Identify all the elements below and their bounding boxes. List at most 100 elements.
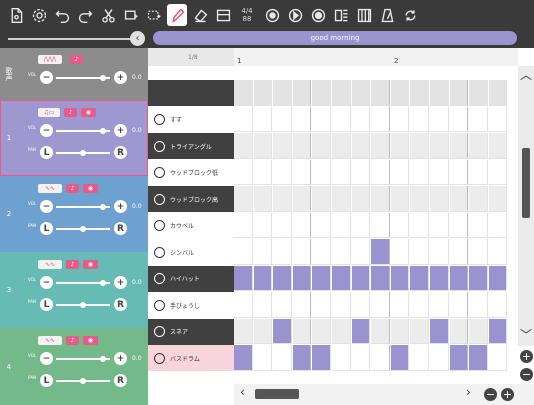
volume-minus-button[interactable]: − bbox=[40, 200, 53, 213]
grid-cell[interactable] bbox=[292, 318, 312, 344]
grid-cell[interactable] bbox=[351, 186, 371, 212]
instrument-row[interactable]: シンバル bbox=[148, 239, 234, 265]
grid-cell[interactable] bbox=[234, 292, 253, 318]
grid-cell[interactable] bbox=[430, 133, 449, 159]
scroll-right-icon[interactable]: › bbox=[466, 385, 471, 399]
grid-cell[interactable] bbox=[449, 80, 469, 106]
volume-knob[interactable] bbox=[100, 75, 106, 81]
volume-minus-button[interactable]: − bbox=[40, 276, 53, 289]
zoom-in-vertical-button[interactable]: + bbox=[520, 350, 533, 363]
grid-cell[interactable] bbox=[469, 106, 488, 132]
file-icon[interactable] bbox=[6, 4, 26, 26]
song-title[interactable]: good morning bbox=[153, 31, 517, 45]
grid-cell[interactable] bbox=[469, 212, 488, 238]
grid-cell[interactable] bbox=[488, 292, 508, 318]
grid-cell[interactable] bbox=[390, 345, 410, 371]
undo-icon[interactable] bbox=[52, 4, 72, 26]
volume-knob[interactable] bbox=[100, 128, 106, 134]
grid-cell[interactable] bbox=[292, 345, 312, 371]
grid-cell[interactable] bbox=[449, 186, 469, 212]
grid-cell[interactable] bbox=[234, 80, 253, 106]
grid-cell[interactable] bbox=[253, 318, 273, 344]
grid-cell[interactable] bbox=[390, 106, 410, 132]
grid-cell[interactable] bbox=[371, 318, 390, 344]
pan-right-button[interactable]: R bbox=[114, 298, 127, 311]
grid-cell[interactable] bbox=[332, 318, 351, 344]
grid-cell[interactable] bbox=[253, 133, 273, 159]
grid-cell[interactable] bbox=[312, 106, 331, 132]
grid-cell[interactable] bbox=[332, 186, 351, 212]
grid-cell[interactable] bbox=[332, 106, 351, 132]
eye-icon[interactable]: ◉ bbox=[81, 108, 96, 117]
pan-knob[interactable] bbox=[80, 150, 86, 156]
grid-cell[interactable] bbox=[390, 212, 410, 238]
grid-cell[interactable] bbox=[430, 318, 449, 344]
track-4[interactable]: 4 ∿∿ ♪ ◉ VOL − + 0.0 PAN L R bbox=[0, 328, 148, 405]
grid-cell[interactable] bbox=[430, 80, 449, 106]
grid-cell[interactable] bbox=[234, 186, 253, 212]
grid-cell[interactable] bbox=[292, 292, 312, 318]
grid-cell[interactable] bbox=[469, 292, 488, 318]
grid-cell[interactable] bbox=[351, 159, 371, 185]
grid-cell[interactable] bbox=[234, 133, 253, 159]
track-vocal[interactable]: 歌声 /\/\/\ ♪ VOL − + 0.0 bbox=[0, 48, 148, 100]
pan-knob[interactable] bbox=[80, 226, 86, 232]
grid-cell[interactable] bbox=[410, 80, 429, 106]
grid-cell[interactable] bbox=[273, 345, 292, 371]
collapse-panel-button[interactable]: ‹ bbox=[130, 31, 145, 46]
grid-cell[interactable] bbox=[351, 133, 371, 159]
grid-cell[interactable] bbox=[312, 186, 331, 212]
grid-cell[interactable] bbox=[390, 292, 410, 318]
note-icon[interactable]: ♪ bbox=[66, 260, 79, 269]
grid-cell[interactable] bbox=[253, 345, 273, 371]
grid-cell[interactable] bbox=[351, 80, 371, 106]
grid-cell[interactable] bbox=[351, 292, 371, 318]
track-height-slider[interactable] bbox=[8, 38, 138, 40]
grid-cell[interactable] bbox=[371, 80, 390, 106]
grid-cell[interactable] bbox=[488, 318, 508, 344]
grid-cell[interactable] bbox=[351, 345, 371, 371]
grid-cell[interactable] bbox=[410, 133, 429, 159]
volume-minus-button[interactable]: − bbox=[40, 71, 53, 84]
grid-cell[interactable] bbox=[234, 212, 253, 238]
volume-plus-button[interactable]: + bbox=[114, 276, 127, 289]
grid-cell[interactable] bbox=[488, 80, 508, 106]
grid-cell[interactable] bbox=[488, 265, 508, 291]
grid-cell[interactable] bbox=[273, 265, 292, 291]
play-icon[interactable] bbox=[285, 4, 305, 26]
volume-plus-button[interactable]: + bbox=[114, 71, 127, 84]
grid-cell[interactable] bbox=[469, 133, 488, 159]
zoom-out-horizontal-button[interactable]: − bbox=[484, 388, 497, 401]
grid-cell[interactable] bbox=[371, 239, 390, 265]
voice-wave-icon[interactable]: /\/\/\ bbox=[38, 55, 62, 64]
grid-cell[interactable] bbox=[312, 265, 331, 291]
grid-cell[interactable] bbox=[332, 265, 351, 291]
grid-cell[interactable] bbox=[312, 239, 331, 265]
note-icon[interactable]: ♪ bbox=[66, 184, 79, 193]
voice-wave-icon[interactable]: ∿∿ bbox=[38, 260, 62, 269]
grid-cell[interactable] bbox=[273, 80, 292, 106]
stop-icon[interactable] bbox=[308, 4, 328, 26]
grid-cell[interactable] bbox=[273, 239, 292, 265]
grid-cell[interactable] bbox=[292, 159, 312, 185]
grid-cell[interactable] bbox=[488, 159, 508, 185]
grid-cell[interactable] bbox=[469, 186, 488, 212]
instrument-row[interactable]: すず bbox=[148, 107, 234, 133]
volume-knob[interactable] bbox=[100, 280, 106, 286]
time-signature[interactable]: 4/4 88 bbox=[236, 7, 258, 23]
scroll-up-icon[interactable]: ︿ bbox=[520, 66, 532, 83]
grid-cell[interactable] bbox=[292, 106, 312, 132]
grid-cell[interactable] bbox=[371, 212, 390, 238]
pan-knob[interactable] bbox=[80, 302, 86, 308]
volume-plus-button[interactable]: + bbox=[114, 124, 127, 137]
paste-icon[interactable] bbox=[144, 4, 164, 26]
grid-cell[interactable] bbox=[390, 80, 410, 106]
instrument-row[interactable]: ハイハット bbox=[148, 265, 234, 292]
grid-cell[interactable] bbox=[430, 265, 449, 291]
grid-cell[interactable] bbox=[469, 159, 488, 185]
grid-cell[interactable] bbox=[273, 159, 292, 185]
keyboard-select-icon[interactable] bbox=[213, 4, 233, 26]
scroll-down-icon[interactable]: ﹀ bbox=[520, 326, 532, 343]
grid-cell[interactable] bbox=[430, 345, 449, 371]
grid-cell[interactable] bbox=[273, 133, 292, 159]
